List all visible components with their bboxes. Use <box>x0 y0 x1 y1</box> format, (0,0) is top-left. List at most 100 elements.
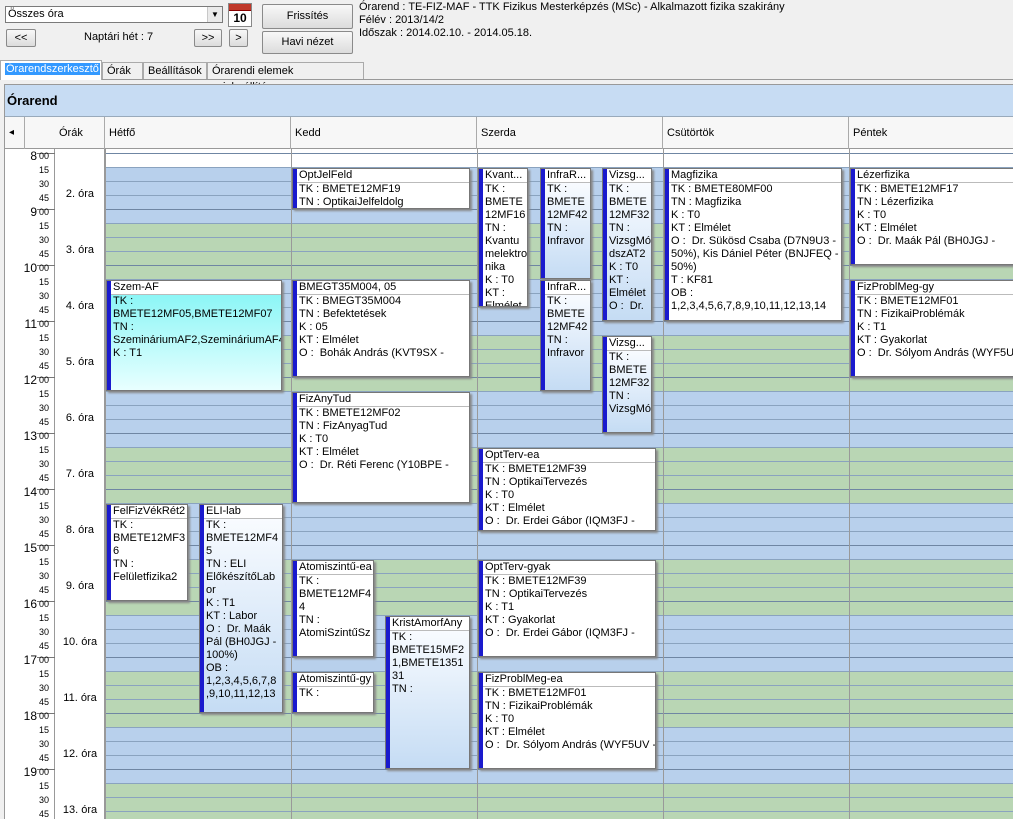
quarter-label: 15 <box>39 781 50 791</box>
quarter-label: 15 <box>39 725 50 735</box>
quarter-line <box>105 433 1013 434</box>
event-block[interactable]: Vizsg... TK : BMETE 12MF32 TN : VizsgMó d… <box>602 168 652 321</box>
tab-color-settings[interactable]: Órarendi elemek szinbeállítása <box>207 62 364 93</box>
quarter-label: 45 <box>39 473 50 483</box>
prev-week-button[interactable]: << <box>6 29 36 47</box>
event-title: OptTerv-gyak <box>483 561 655 575</box>
quarter-label: 45 <box>39 529 50 539</box>
tab-settings[interactable]: Beállítások <box>143 62 207 79</box>
lesson-filter-value: Összes óra <box>8 8 64 20</box>
event-block[interactable]: FizAnyTud TK : BMETE12MF02 TN : FizAnyagT… <box>292 392 470 503</box>
col-header-friday: Péntek <box>849 117 1013 149</box>
calendar-button[interactable]: 10 <box>228 3 252 27</box>
event-details: TK : BMETE 12MF32 TN : VizsgMó <box>607 351 651 432</box>
event-block[interactable]: Kvant... TK : BMETE 12MF16 TN : Kvantu me… <box>478 168 528 307</box>
grid-body: 8 00 15 30 45 9 00 15 30 45 10 00 15 30 45 11 00 15 30 45 12… <box>5 149 1013 819</box>
week-label: Naptári hét : 7 <box>84 31 154 43</box>
quarter-label: 15 <box>39 333 50 343</box>
event-block[interactable]: OptJelFeld TK : BMETE12MF19 TN : OptikaiJ… <box>292 168 470 209</box>
event-title: FizAnyTud <box>297 393 469 407</box>
timetable-title: Órarend <box>5 85 1013 117</box>
hour-label: 9 <box>30 205 37 219</box>
event-details: TK : BMETE12MF3 6 TN : Felületfizika2 <box>113 519 186 583</box>
event-block[interactable]: Szem-AF TK : BMETE12MF05,BMETE12MF07 TN :… <box>106 280 282 391</box>
quarter-label: 45 <box>39 361 50 371</box>
quarter-label: 30 <box>39 571 50 581</box>
event-title: Szem-AF <box>111 281 281 295</box>
next-week-button[interactable]: >> <box>194 29 222 47</box>
event-block[interactable]: BMEGT35M004, 05 TK : BMEGT35M004 TN : Bef… <box>292 280 470 377</box>
event-block[interactable]: FizProblMeg-gy TK : BMETE12MF01 TN : Fizi… <box>850 280 1013 377</box>
quarter-line <box>105 783 1013 784</box>
lesson-filter-select[interactable]: Összes óra ▼ <box>5 6 223 23</box>
scroll-left-icon[interactable]: ◂ <box>5 117 25 149</box>
event-title: OptTerv-ea <box>483 449 655 463</box>
event-details: TK : BMETE12MF02 TN : FizAnyagTud K : T0… <box>299 407 449 471</box>
hour-label: 17 <box>23 653 37 667</box>
hour-label: 8 <box>30 149 37 163</box>
event-block[interactable]: Magfizika TK : BMETE80MF00 TN : Magfizika… <box>664 168 842 321</box>
event-details: TK : BMETE12MF4 4 TN : AtomiSzintűSz <box>299 575 372 639</box>
quarter-label: 00 <box>39 543 50 553</box>
quarter-label: 00 <box>39 431 50 441</box>
col-header-monday: Hétfő <box>105 117 291 149</box>
event-block[interactable]: Atomiszintű-ea TK : BMETE12MF4 4 TN : Ato… <box>292 560 374 657</box>
quarter-label: 15 <box>39 613 50 623</box>
col-header-tuesday: Kedd <box>291 117 477 149</box>
period-label: 11. óra <box>63 692 97 704</box>
refresh-button[interactable]: Frissítés <box>262 4 353 29</box>
event-details: TK : BMETE12MF19 TN : OptikaiJelfeldolg … <box>299 183 404 208</box>
event-details: TK : BMETE12MF01 TN : FizikaiProblémák K… <box>857 295 1013 359</box>
quarter-line <box>105 797 1013 798</box>
quarter-label: 00 <box>39 319 50 329</box>
event-block[interactable]: OptTerv-ea TK : BMETE12MF39 TN : OptikaiT… <box>478 448 656 531</box>
event-block[interactable]: InfraR... TK : BMETE 12MF42 TN : Infravor <box>540 280 591 391</box>
quarter-label: 30 <box>39 403 50 413</box>
event-details: TK : BMETE12MF39 TN : OptikaiTervezés K … <box>485 463 635 527</box>
month-view-button[interactable]: Havi nézet <box>262 31 353 54</box>
event-block[interactable]: FelFizVékRét2 TK : BMETE12MF3 6 TN : Felü… <box>106 504 188 601</box>
next-small-button[interactable]: > <box>229 29 248 47</box>
chevron-down-icon[interactable]: ▼ <box>207 7 222 22</box>
tab-lessons[interactable]: Órák <box>102 62 143 79</box>
quarter-label: 30 <box>39 235 50 245</box>
event-title: Kvant... <box>483 169 527 183</box>
quarter-label: 30 <box>39 515 50 525</box>
period-row <box>105 783 1013 819</box>
toolbar: Összes óra ▼ 10 << Naptári hét : 7 >> > … <box>0 0 1013 59</box>
event-block[interactable]: Vizsg... TK : BMETE 12MF32 TN : VizsgMó <box>602 336 652 433</box>
quarter-label: 30 <box>39 179 50 189</box>
event-block[interactable]: ELI-lab TK : BMETE12MF4 5 TN : ELI Előkés… <box>199 504 283 713</box>
quarter-label: 45 <box>39 697 50 707</box>
event-block[interactable]: InfraR... TK : BMETE 12MF42 TN : Infravor <box>540 168 591 279</box>
event-block[interactable]: KristAmorfAny TK : BMETE15MF2 1,BMETE1351… <box>385 616 470 769</box>
quarter-label: 30 <box>39 795 50 805</box>
quarter-label: 30 <box>39 347 50 357</box>
event-title: Vizsg... <box>607 337 651 351</box>
period-label: 4. óra <box>65 300 95 312</box>
event-block[interactable]: Lézerfizika TK : BMETE12MF17 TN : Lézerfi… <box>850 168 1013 265</box>
quarter-label: 30 <box>39 627 50 637</box>
event-details: TK : BMETE12MF17 TN : Lézerfizika K : T0… <box>857 183 996 247</box>
quarter-label: 15 <box>39 389 50 399</box>
time-column: 8 00 15 30 45 9 00 15 30 45 10 00 15 30 45 11 00 15 30 45 12… <box>5 149 55 819</box>
quarter-label: 15 <box>39 445 50 455</box>
hour-label: 13 <box>23 429 37 443</box>
quarter-label: 45 <box>39 641 50 651</box>
event-block[interactable]: Atomiszintű-gy TK : <box>292 672 374 713</box>
event-details: TK : BMETE 12MF32 TN : VizsgMó dszAT2 K … <box>607 183 651 320</box>
calendar-day: 10 <box>233 11 247 25</box>
tab-timetable-editor[interactable]: Órarendszerkesztő <box>0 60 102 80</box>
day-separator <box>105 149 106 819</box>
event-block[interactable]: FizProblMeg-ea TK : BMETE12MF01 TN : Fizi… <box>478 672 656 769</box>
period-label: 13. óra <box>62 804 98 816</box>
event-title: KristAmorfAny <box>390 617 469 631</box>
event-block[interactable]: OptTerv-gyak TK : BMETE12MF39 TN : Optika… <box>478 560 656 657</box>
event-title: InfraR... <box>545 281 590 295</box>
quarter-label: 00 <box>39 599 50 609</box>
event-details: TK : BMETE 12MF42 TN : Infravor <box>545 295 590 390</box>
quarter-line <box>105 419 1013 420</box>
hour-label: 10 <box>23 261 37 275</box>
event-details: TK : BMETE15MF2 1,BMETE1351 31 TN : <box>390 631 469 768</box>
period-label: 12. óra <box>62 748 98 760</box>
